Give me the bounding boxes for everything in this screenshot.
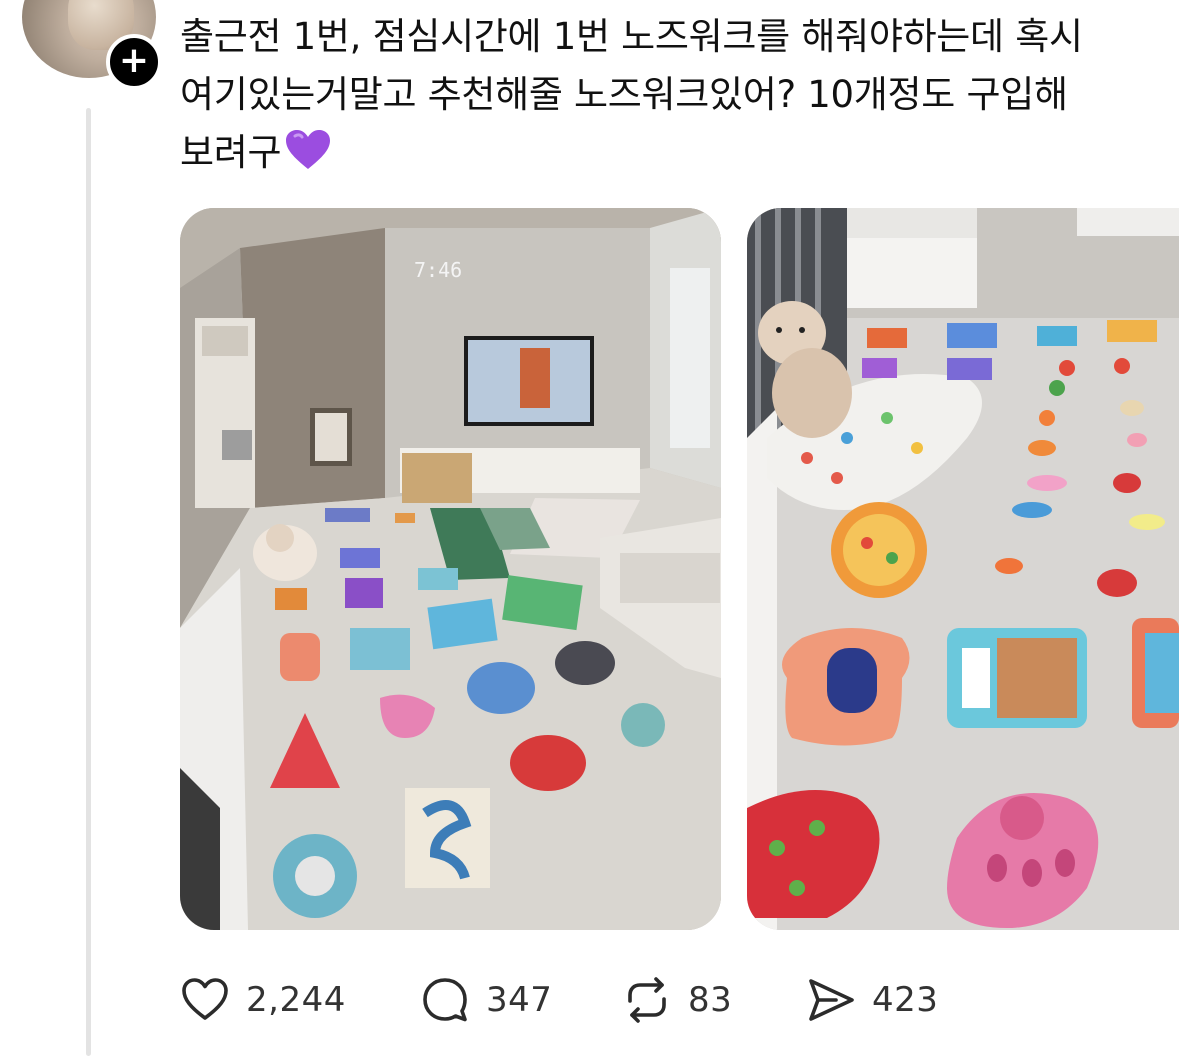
post-body: 출근전 1번, 점심시간에 1번 노즈워크를 해줘야하는데 혹시 여기있는거말고… [180, 8, 1160, 182]
repost-count: 83 [688, 980, 733, 1020]
action-bar: 2,244 347 83 423 [180, 972, 980, 1028]
comment-bubble-icon [423, 978, 467, 1022]
dog-toys-photo [747, 208, 1179, 930]
repost-button[interactable]: 83 [622, 972, 732, 1028]
purple-heart-icon [286, 130, 331, 169]
reply-button[interactable]: 347 [420, 972, 552, 1028]
post-photo-1[interactable]: 7:46 [180, 208, 721, 930]
share-count: 423 [872, 980, 939, 1020]
repost-icon [628, 977, 666, 1023]
thread-line [86, 108, 91, 1056]
heart-icon [182, 978, 228, 1020]
send-icon [809, 979, 854, 1021]
like-button[interactable]: 2,244 [180, 972, 346, 1028]
plus-icon: + [118, 40, 150, 81]
share-button[interactable]: 423 [806, 972, 938, 1028]
like-count: 2,244 [246, 980, 346, 1020]
reply-count: 347 [486, 980, 553, 1020]
follow-button[interactable]: + [106, 34, 162, 90]
post-photo-2[interactable] [747, 208, 1179, 930]
living-room-photo: 7:46 [180, 208, 721, 930]
wall-clock-text: 7:46 [414, 258, 462, 282]
